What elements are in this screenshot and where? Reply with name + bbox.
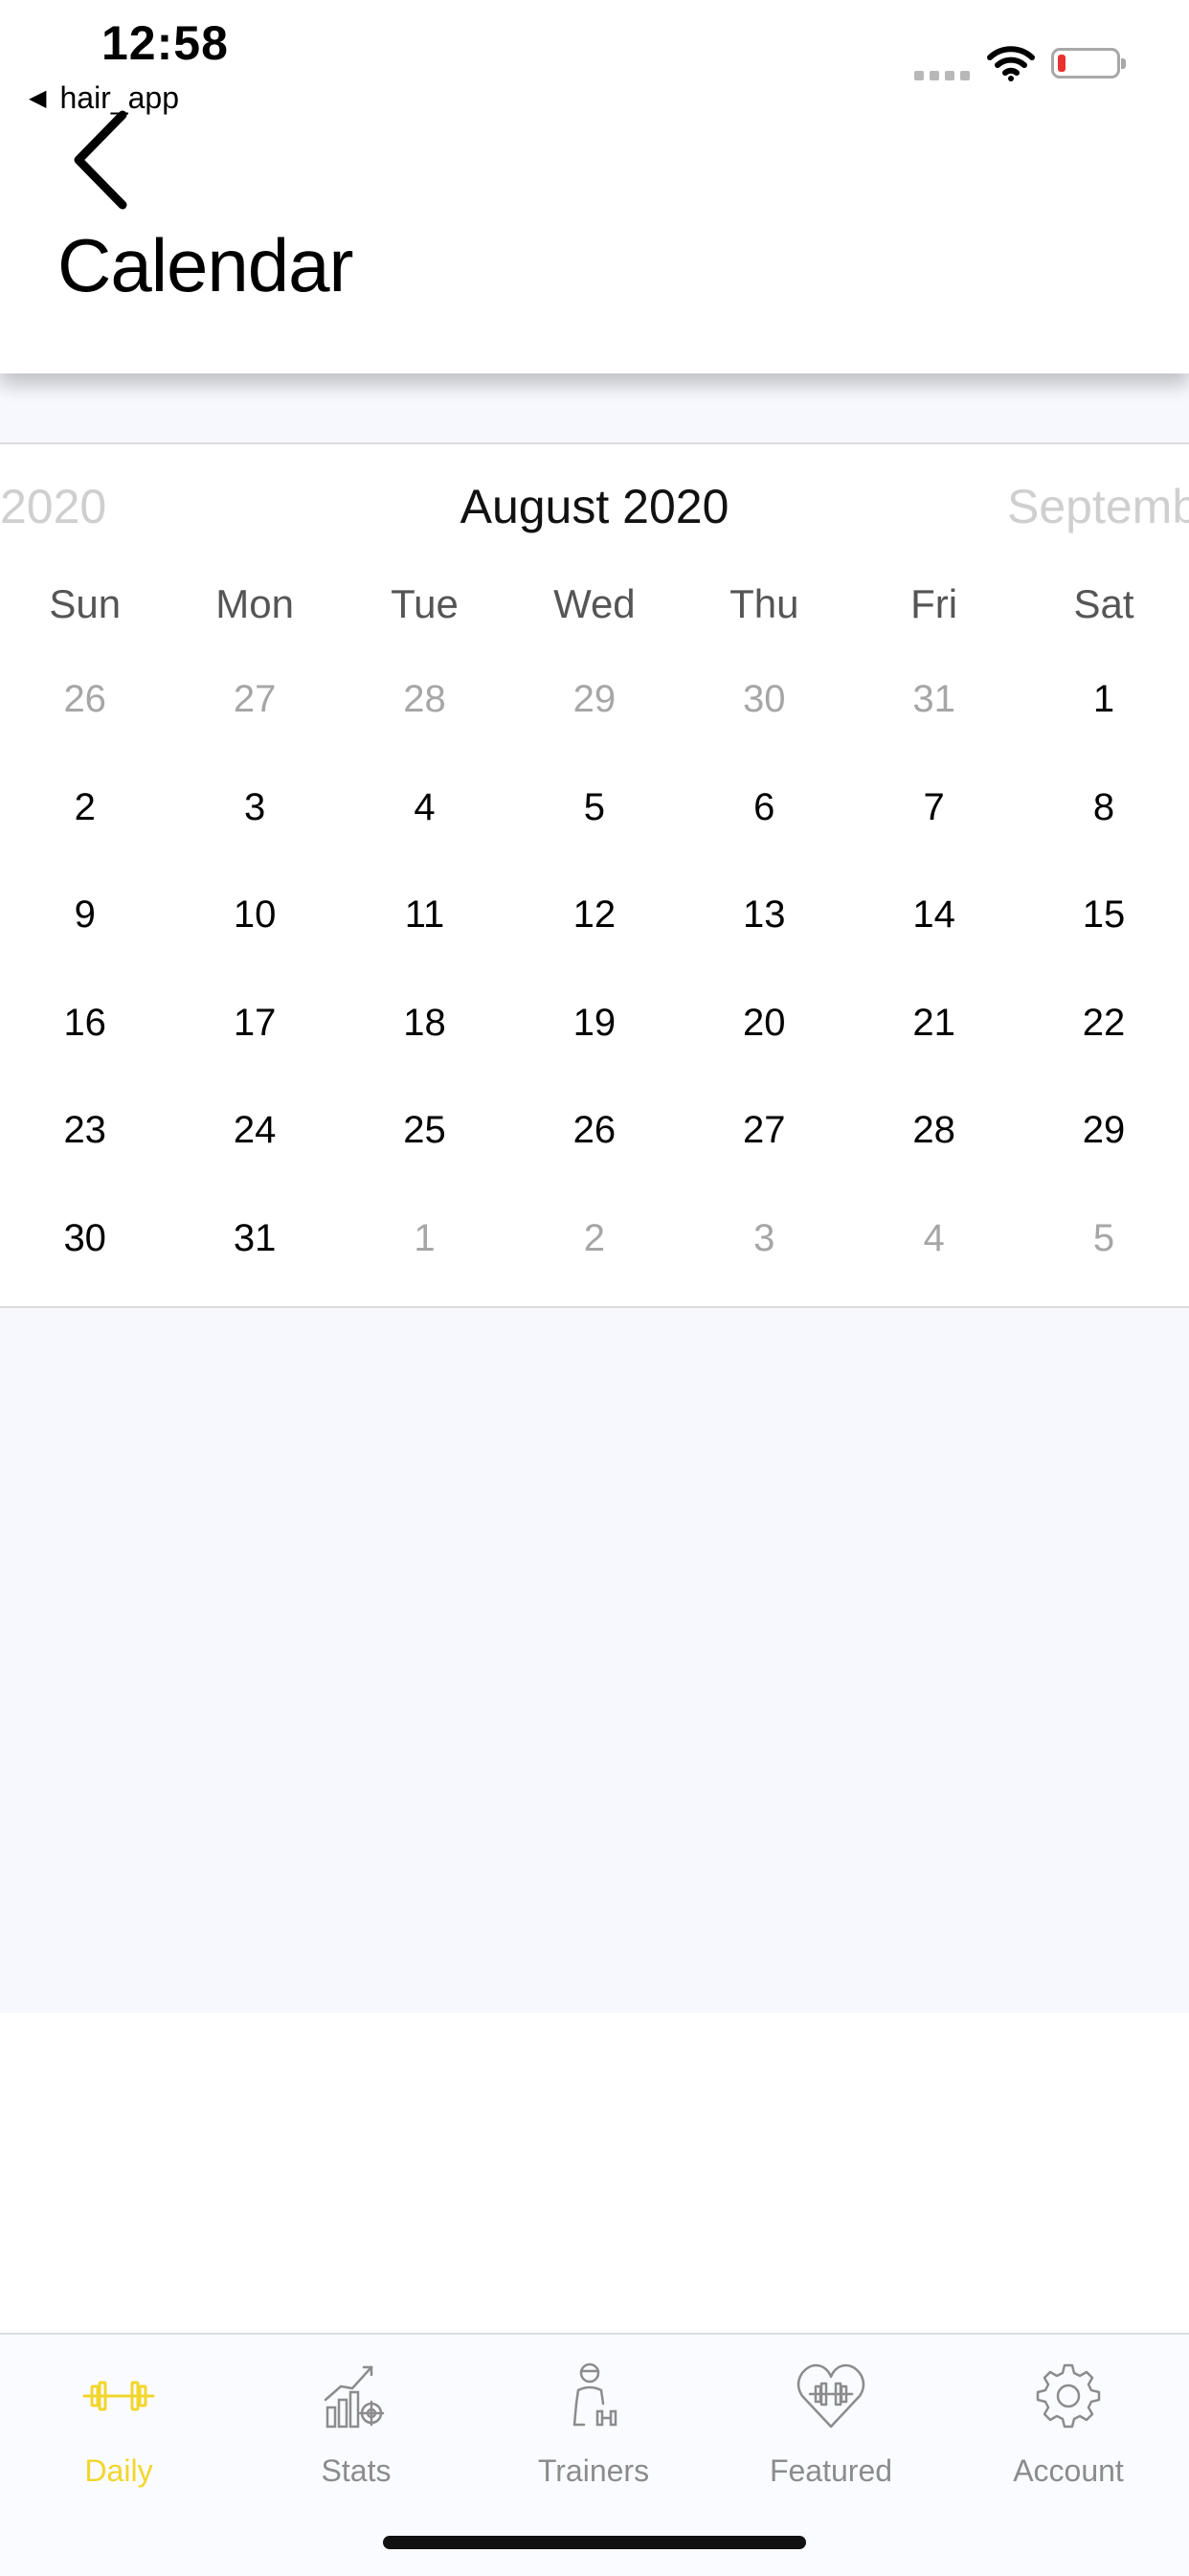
day-cell-outside-month[interactable]: 2 <box>509 1185 679 1293</box>
tab-label: Trainers <box>537 2453 650 2488</box>
chevron-left-icon <box>74 110 127 210</box>
dumbbell-icon <box>82 2381 155 2411</box>
day-cell[interactable]: 26 <box>509 1076 679 1185</box>
tab-label: Account <box>1013 2453 1124 2488</box>
day-cell[interactable]: 13 <box>680 861 849 969</box>
tab-label: Daily <box>84 2453 153 2488</box>
weekday-label: Tue <box>391 581 459 626</box>
day-cell-outside-month[interactable]: 3 <box>680 1185 849 1293</box>
battery-nub <box>1121 58 1126 69</box>
day-cell[interactable]: 11 <box>340 861 509 969</box>
day-cell-outside-month[interactable]: 28 <box>340 645 509 754</box>
day-cell-outside-month[interactable]: 29 <box>509 645 679 754</box>
weekday-label: Sat <box>1073 581 1134 626</box>
day-cell[interactable]: 21 <box>849 969 1019 1077</box>
day-cell[interactable]: 15 <box>1019 861 1188 969</box>
week-row: 30 31 1 2 3 4 5 <box>0 1185 1189 1293</box>
tab-featured[interactable]: Featured <box>712 2335 950 2526</box>
tab-trainers[interactable]: Trainers <box>475 2335 712 2526</box>
day-cell-outside-month[interactable]: 5 <box>1019 1185 1188 1293</box>
day-cell[interactable]: 30 <box>0 1185 169 1293</box>
calendar-grid: Sun Mon Tue Wed Thu Fri Sat 26 27 28 29 30 31 1 2 3 4 5 6… <box>0 563 1189 1292</box>
day-cell[interactable]: 14 <box>849 861 1019 969</box>
home-indicator[interactable] <box>383 2536 806 2549</box>
gear-icon <box>1036 2363 1101 2429</box>
tab-stats[interactable]: Stats <box>237 2335 475 2526</box>
day-cell-outside-month[interactable]: 27 <box>169 645 339 754</box>
header: 12:58 ◀ hair_app Calendar <box>0 0 1189 373</box>
day-cell-outside-month[interactable]: 31 <box>849 645 1019 754</box>
day-cell[interactable]: 18 <box>340 969 509 1077</box>
tab-account[interactable]: Account <box>950 2335 1187 2526</box>
cellular-signal-icon <box>914 71 970 80</box>
day-cell[interactable]: 10 <box>169 861 339 969</box>
day-cell[interactable]: 5 <box>509 754 679 862</box>
status-bar: 12:58 ◀ hair_app <box>0 0 1189 115</box>
heart-dumbbell-icon <box>796 2363 865 2429</box>
day-cell[interactable]: 7 <box>849 754 1019 862</box>
weekday-label: Thu <box>729 581 799 626</box>
day-cell[interactable]: 19 <box>509 969 679 1077</box>
month-carousel[interactable]: 2020 August 2020 Septemb <box>0 479 1189 555</box>
week-row: 9 10 11 12 13 14 15 <box>0 861 1189 969</box>
tab-daily[interactable]: Daily <box>0 2335 237 2526</box>
day-cell[interactable]: 17 <box>169 969 339 1077</box>
day-cell[interactable]: 4 <box>340 754 509 862</box>
day-cell[interactable]: 3 <box>169 754 339 862</box>
day-cell[interactable]: 27 <box>680 1076 849 1185</box>
day-cell[interactable]: 9 <box>0 861 169 969</box>
day-cell[interactable]: 23 <box>0 1076 169 1185</box>
weeks-container: 26 27 28 29 30 31 1 2 3 4 5 6 7 8 9 10 11 12 13 14 15 16 17 18 1… <box>0 645 1189 1292</box>
battery-icon <box>1051 48 1126 79</box>
weekday-label: Mon <box>215 581 294 626</box>
page-title: Calendar <box>57 223 354 307</box>
day-cell-outside-month[interactable]: 26 <box>0 645 169 754</box>
next-month-label[interactable]: Septemb <box>1007 479 1189 534</box>
week-row: 2345678 <box>0 754 1189 862</box>
week-row: 23 24 25 26 27 28 29 <box>0 1076 1189 1185</box>
weekday-header-row: Sun Mon Tue Wed Thu Fri Sat <box>0 563 1189 645</box>
day-cell[interactable]: 24 <box>169 1076 339 1185</box>
day-cell[interactable]: 16 <box>0 969 169 1077</box>
chart-target-icon <box>324 2365 385 2429</box>
back-triangle-icon: ◀ <box>29 85 47 111</box>
weekday-label: Wed <box>553 581 636 626</box>
day-cell[interactable]: 8 <box>1019 754 1188 862</box>
week-row: 26 27 28 29 30 31 1 <box>0 645 1189 754</box>
day-cell[interactable]: 6 <box>680 754 849 862</box>
day-cell[interactable]: 31 <box>169 1185 339 1293</box>
trainer-icon <box>572 2362 617 2427</box>
wifi-icon <box>987 46 1035 81</box>
battery-level <box>1058 55 1066 72</box>
day-cell[interactable]: 12 <box>509 861 679 969</box>
day-cell[interactable]: 20 <box>680 969 849 1077</box>
day-cell[interactable]: 1 <box>1019 645 1188 754</box>
day-cell[interactable]: 29 <box>1019 1076 1188 1185</box>
back-button[interactable] <box>63 107 140 213</box>
day-cell-outside-month[interactable]: 1 <box>340 1185 509 1293</box>
day-cell-outside-month[interactable]: 4 <box>849 1185 1019 1293</box>
day-cell[interactable]: 22 <box>1019 969 1188 1077</box>
day-cell[interactable]: 28 <box>849 1076 1019 1185</box>
tab-label: Featured <box>769 2453 893 2488</box>
week-row: 16 17 18 19 20 21 22 <box>0 969 1189 1077</box>
weekday-label: Sun <box>49 581 122 626</box>
tab-label: Stats <box>321 2453 392 2488</box>
status-time: 12:58 <box>101 16 229 70</box>
day-cell[interactable]: 25 <box>340 1076 509 1185</box>
day-cell[interactable]: 2 <box>0 754 169 862</box>
day-cell-outside-month[interactable]: 30 <box>680 645 849 754</box>
weekday-label: Fri <box>910 581 958 626</box>
calendar: 2020 August 2020 Septemb Sun Mon Tue Wed Thu… <box>0 442 1189 1308</box>
